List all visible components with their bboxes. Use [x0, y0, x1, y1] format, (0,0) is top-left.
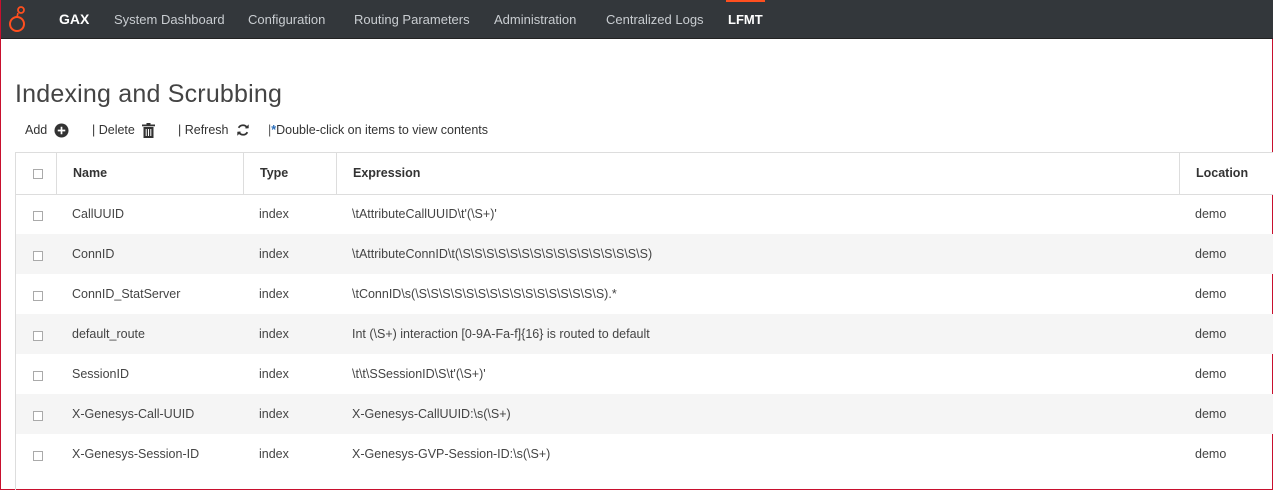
row-type: index: [259, 247, 289, 261]
row-location: demo: [1195, 247, 1227, 261]
nav-item-configuration[interactable]: Configuration: [248, 0, 325, 39]
row-expression: \tAttributeConnID\t(\S\S\S\S\S\S\S\S\S\S…: [352, 247, 653, 261]
table-row[interactable]: CallUUID index \tAttributeCallUUID\t'(\S…: [16, 194, 1273, 234]
table-row[interactable]: default_route index Int (\S+) interactio…: [16, 314, 1273, 354]
select-all-cell: [16, 153, 57, 194]
table-header: Name Type Expression Location: [16, 153, 1273, 195]
nav-item-administration[interactable]: Administration: [494, 0, 576, 39]
row-name: ConnID: [72, 247, 115, 261]
indexing-table: Name Type Expression Location CallUUID i…: [15, 152, 1273, 490]
row-name: SessionID: [72, 367, 129, 381]
row-type: index: [259, 367, 289, 381]
row-expression: \tConnID\s(\S\S\S\S\S\S\S\S\S\S\S\S\S\S\…: [352, 287, 617, 301]
table-row[interactable]: ConnID_StatServer index \tConnID\s(\S\S\…: [16, 274, 1273, 314]
add-label: Add: [25, 123, 48, 137]
row-checkbox[interactable]: [33, 371, 43, 381]
row-checkbox[interactable]: [33, 291, 43, 301]
refresh-label: | Refresh: [178, 123, 229, 137]
row-name: X-Genesys-Session-ID: [72, 447, 200, 461]
row-checkbox[interactable]: [33, 451, 43, 461]
plus-circle-icon: [54, 122, 69, 138]
row-location: demo: [1195, 327, 1227, 341]
column-header-name[interactable]: Name: [57, 153, 244, 194]
select-all-checkbox[interactable]: [33, 169, 43, 179]
row-location: demo: [1195, 367, 1227, 381]
table-row[interactable]: X-Genesys-Session-ID index X-Genesys-GVP…: [16, 434, 1273, 474]
nav-item-routing-parameters[interactable]: Routing Parameters: [354, 0, 470, 39]
row-location: demo: [1195, 447, 1227, 461]
nav-item-centralized-logs[interactable]: Centralized Logs: [606, 0, 704, 39]
refresh-icon: [236, 123, 250, 137]
column-header-expression[interactable]: Expression: [337, 153, 1180, 194]
refresh-button[interactable]: | Refresh: [178, 120, 250, 140]
row-name: CallUUID: [72, 207, 125, 221]
nav-brand-gax[interactable]: GAX: [59, 0, 89, 39]
delete-button[interactable]: | Delete: [92, 120, 155, 140]
row-checkbox[interactable]: [33, 251, 43, 261]
column-header-type[interactable]: Type: [244, 153, 337, 194]
row-checkbox[interactable]: [33, 331, 43, 341]
row-name: default_route: [72, 327, 145, 341]
row-type: index: [259, 327, 289, 341]
double-click-hint: | * Double-click on items to view conten…: [268, 120, 488, 140]
row-expression: \t\t\SSessionID\S\t'(\S+)': [352, 367, 486, 381]
table-row[interactable]: X-Genesys-Call-UUID index X-Genesys-Call…: [16, 394, 1273, 434]
page-title: Indexing and Scrubbing: [15, 80, 283, 108]
row-type: index: [259, 287, 289, 301]
column-header-location[interactable]: Location: [1180, 153, 1273, 194]
row-expression: Int (\S+) interaction [0-9A-Fa-f]{16} is…: [352, 327, 650, 341]
table-row[interactable]: ConnID index \tAttributeConnID\t(\S\S\S\…: [16, 234, 1273, 274]
row-checkbox[interactable]: [33, 411, 43, 421]
nav-item-system-dashboard[interactable]: System Dashboard: [114, 0, 225, 39]
trash-icon: [141, 122, 155, 138]
row-expression: \tAttributeCallUUID\t'(\S+)': [352, 207, 497, 221]
table-row[interactable]: SessionID index \t\t\SSessionID\S\t'(\S+…: [16, 354, 1273, 394]
row-type: index: [259, 207, 289, 221]
row-checkbox[interactable]: [33, 211, 43, 221]
row-location: demo: [1195, 287, 1227, 301]
row-expression: X-Genesys-GVP-Session-ID:\s(\S+): [352, 447, 551, 461]
top-nav-bar: GAX System Dashboard Configuration Routi…: [1, 0, 1273, 39]
genesys-logo-icon[interactable]: [6, 4, 30, 36]
row-name: X-Genesys-Call-UUID: [72, 407, 195, 421]
hint-text: Double-click on items to view contents: [276, 123, 489, 137]
row-expression: X-Genesys-CallUUID:\s(\S+): [352, 407, 511, 421]
row-name: ConnID_StatServer: [72, 287, 181, 301]
add-button[interactable]: Add: [25, 120, 69, 140]
row-type: index: [259, 407, 289, 421]
row-location: demo: [1195, 407, 1227, 421]
nav-item-lfmt[interactable]: LFMT: [726, 0, 765, 39]
row-type: index: [259, 447, 289, 461]
row-location: demo: [1195, 207, 1227, 221]
delete-label: | Delete: [92, 123, 135, 137]
